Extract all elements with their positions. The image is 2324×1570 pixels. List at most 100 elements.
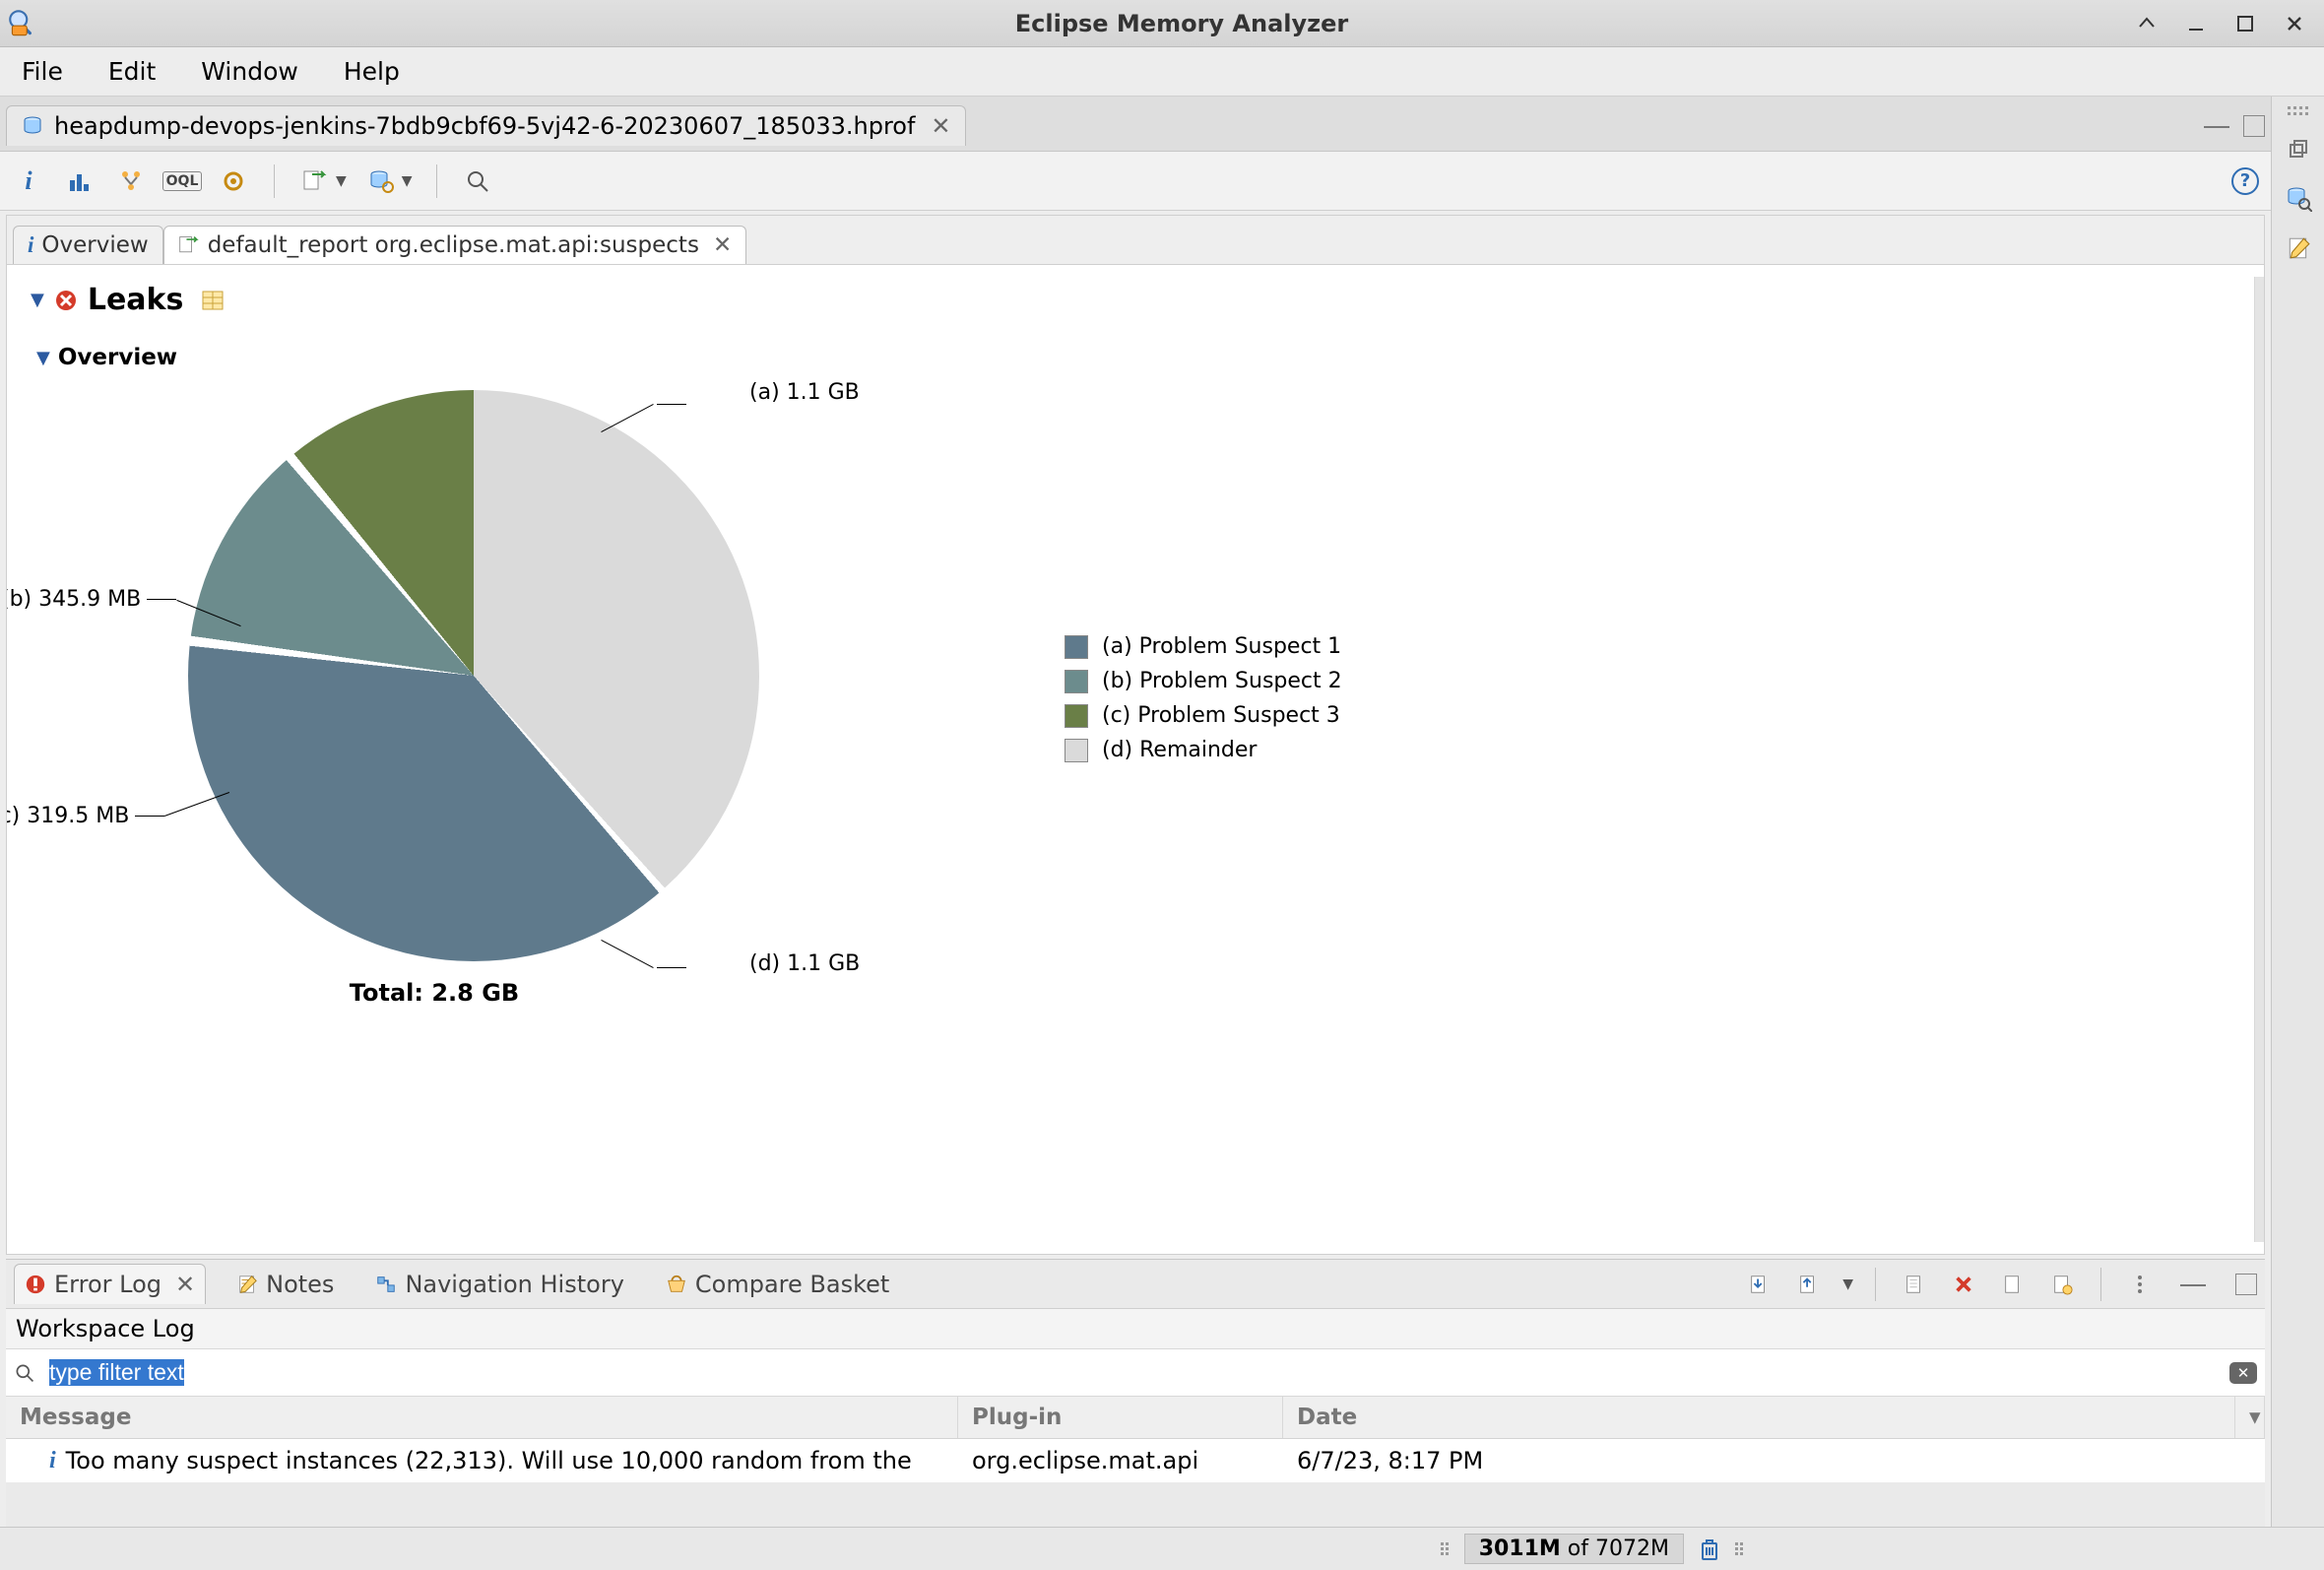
tab-default-report[interactable]: default_report org.eclipse.mat.api:suspe… [163, 226, 747, 264]
nav-history-icon [375, 1274, 397, 1295]
clear-log-button[interactable] [1898, 1268, 1931, 1301]
legend-item: (c) Problem Suspect 3 [1065, 703, 1342, 728]
close-icon[interactable]: ✕ [931, 112, 950, 140]
grip-icon[interactable] [2288, 106, 2308, 115]
tab-overview-label: Overview [41, 232, 148, 258]
bottom-tabs: Error Log ✕ Notes Navigation History Com… [6, 1260, 2265, 1309]
report-icon [178, 234, 200, 256]
histogram-button[interactable] [63, 164, 97, 198]
legend-item: (b) Problem Suspect 2 [1065, 669, 1342, 693]
file-tab[interactable]: heapdump-devops-jenkins-7bdb9cbf69-5vj42… [6, 105, 966, 146]
bottom-panel: Error Log ✕ Notes Navigation History Com… [6, 1259, 2265, 1527]
tab-notes[interactable]: Notes [226, 1264, 345, 1305]
rollup-button[interactable] [2133, 10, 2161, 37]
col-date[interactable]: Date [1283, 1397, 2235, 1438]
editor-toolbar: i OQL ▼ ▼ ? [0, 152, 2271, 211]
grip-icon[interactable] [1735, 1542, 1745, 1555]
col-plugin[interactable]: Plug-in [958, 1397, 1283, 1438]
scrollbar[interactable] [2254, 277, 2264, 1242]
help-button[interactable]: ? [2231, 167, 2259, 195]
pie-callout-b: (b) 345.9 MB [7, 587, 239, 612]
pie-legend: (a) Problem Suspect 1 (b) Problem Suspec… [1065, 634, 1342, 762]
menu-window[interactable]: Window [191, 53, 308, 90]
info-button[interactable]: i [12, 164, 45, 198]
tab-nav-history[interactable]: Navigation History [364, 1264, 634, 1305]
delete-log-button[interactable] [1947, 1268, 1980, 1301]
minimize-button[interactable] [2182, 10, 2210, 37]
chevron-down-icon[interactable]: ▼ [1842, 1276, 1853, 1292]
view-menu-button[interactable] [2123, 1268, 2157, 1301]
notes-icon [236, 1274, 258, 1295]
menu-bar: File Edit Window Help [0, 47, 2324, 97]
gc-button[interactable] [1698, 1537, 1721, 1562]
run-report-dropdown[interactable]: ▼ [298, 164, 347, 198]
log-plugin: org.eclipse.mat.api [958, 1439, 1283, 1482]
open-log-button[interactable] [1996, 1268, 2030, 1301]
twistie-icon[interactable]: ▼ [36, 348, 50, 368]
query-dropdown[interactable]: ▼ [364, 164, 413, 198]
col-message[interactable]: Message [6, 1397, 958, 1438]
tab-compare-basket[interactable]: Compare Basket [655, 1264, 900, 1305]
oql-button[interactable]: OQL [165, 164, 199, 198]
view-maximize-button[interactable] [2243, 115, 2265, 137]
overview-heading: Overview [58, 345, 177, 370]
log-message: Too many suspect instances (22,313). Wil… [66, 1447, 912, 1474]
grip-icon[interactable] [1441, 1542, 1451, 1555]
search-button[interactable] [461, 164, 494, 198]
export-log-button[interactable] [1742, 1268, 1775, 1301]
close-icon[interactable]: ✕ [175, 1271, 195, 1298]
report-tabs: i Overview default_report org.eclipse.ma… [7, 216, 2264, 265]
menu-help[interactable]: Help [334, 53, 410, 90]
workspace-log-label: Workspace Log [6, 1309, 2265, 1349]
menu-edit[interactable]: Edit [98, 53, 165, 90]
dominator-tree-button[interactable] [114, 164, 148, 198]
maximize-button[interactable] [2231, 10, 2259, 37]
window-title: Eclipse Memory Analyzer [39, 10, 2324, 37]
search-icon [14, 1362, 35, 1384]
table-icon [201, 289, 225, 312]
pie-total: Total: 2.8 GB [149, 979, 720, 1007]
restore-log-button[interactable] [2045, 1268, 2079, 1301]
twistie-icon[interactable]: ▼ [31, 290, 44, 310]
legend-item: (a) Problem Suspect 1 [1065, 634, 1342, 659]
close-icon[interactable]: ✕ [713, 232, 732, 258]
report-body: ▼ Leaks ▼ Overview (a) 1.1 GB (b) 345.9 … [7, 265, 2264, 1254]
close-button[interactable] [2281, 10, 2308, 37]
view-minimize-button[interactable] [2180, 1282, 2206, 1286]
heap-status[interactable]: 3011M of 7072M [1464, 1534, 1684, 1564]
filter-row: ✕ [6, 1349, 2265, 1397]
notes-shortcut-icon[interactable] [2286, 235, 2311, 261]
error-icon [54, 289, 78, 312]
legend-item: (d) Remainder [1065, 738, 1342, 762]
leaks-pie-chart: (a) 1.1 GB (b) 345.9 MB (c) 319.5 MB (d)… [188, 390, 2240, 1007]
chevron-down-icon: ▼ [402, 173, 413, 189]
heapdump-icon [21, 114, 44, 138]
filter-input[interactable] [43, 1355, 2222, 1390]
app-icon [6, 7, 39, 40]
tab-overview[interactable]: i Overview [13, 226, 163, 264]
log-header: Message Plug-in Date ▾ [6, 1397, 2265, 1439]
menu-file[interactable]: File [12, 53, 73, 90]
log-row[interactable]: i Too many suspect instances (22,313). W… [6, 1439, 2265, 1482]
file-tab-label: heapdump-devops-jenkins-7bdb9cbf69-5vj42… [54, 112, 915, 140]
chevron-down-icon: ▼ [336, 173, 347, 189]
right-trim [2271, 97, 2324, 1527]
status-bar: 3011M of 7072M [0, 1527, 2324, 1570]
error-log-icon [25, 1274, 46, 1295]
tab-error-log[interactable]: Error Log ✕ [14, 1264, 206, 1304]
import-log-button[interactable] [1791, 1268, 1825, 1301]
log-date: 6/7/23, 8:17 PM [1283, 1439, 2235, 1482]
pie-callout-a: (a) 1.1 GB [661, 380, 860, 405]
clear-filter-button[interactable]: ✕ [2229, 1362, 2257, 1384]
inspector-icon[interactable] [2285, 184, 2312, 212]
options-button[interactable] [217, 164, 250, 198]
editor-tabs: heapdump-devops-jenkins-7bdb9cbf69-5vj42… [0, 97, 2271, 152]
view-minimize-button[interactable] [2204, 124, 2229, 128]
run-report-icon [298, 164, 332, 198]
restore-icon[interactable] [2288, 139, 2309, 161]
view-maximize-button[interactable] [2235, 1274, 2257, 1295]
compare-basket-icon [666, 1274, 687, 1295]
col-menu-button[interactable]: ▾ [2235, 1397, 2265, 1438]
tab-report-label: default_report org.eclipse.mat.api:suspe… [208, 232, 699, 258]
info-icon: i [49, 1448, 56, 1474]
